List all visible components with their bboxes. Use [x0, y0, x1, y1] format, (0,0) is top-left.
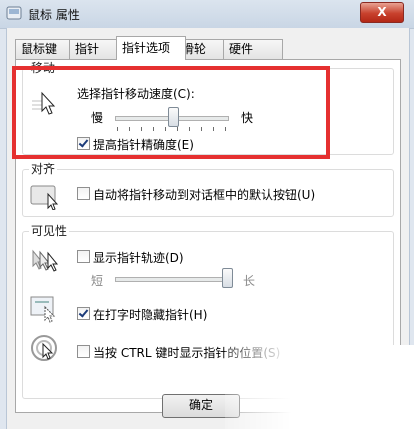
speed-tick: [165, 127, 166, 131]
motion-group-label: 移动: [29, 61, 58, 75]
trails-label[interactable]: 显示指针轨迹(D): [93, 249, 184, 266]
motion-group: 移动 选择指针移动速度(C): 慢 快 提高指针精确度(E): [22, 61, 394, 155]
window-title: 鼠标 属性: [28, 8, 80, 22]
speed-tick: [189, 127, 190, 131]
speed-slider-thumb[interactable]: [168, 107, 179, 127]
visibility-group-label: 可见性: [29, 224, 70, 238]
show-ctrl-checkbox[interactable]: [77, 345, 90, 358]
speed-tick: [117, 127, 118, 131]
close-button[interactable]: X: [360, 2, 404, 23]
dialog-window: 鼠标 属性 X 鼠标键 指针 指针选项 滑轮 硬件 移动 选择指针移动速度(C)…: [0, 0, 414, 429]
enhance-precision-checkbox[interactable]: [77, 137, 90, 150]
trails-slider-thumb[interactable]: [222, 268, 233, 288]
speed-tick: [153, 127, 154, 131]
speed-tick: [201, 127, 202, 131]
speed-tick: [141, 127, 142, 131]
pointer-trails-icon: [32, 249, 59, 272]
trails-slider-track[interactable]: [115, 277, 233, 282]
auto-snap-checkbox[interactable]: [77, 187, 90, 200]
title-bar[interactable]: 鼠标 属性 X: [0, 0, 414, 29]
tab-pointers[interactable]: 指针: [69, 39, 119, 59]
show-location-icon: [31, 335, 57, 361]
snap-to-icon: [30, 185, 59, 210]
fast-label: 快: [241, 111, 254, 125]
trails-checkbox[interactable]: [77, 250, 90, 263]
hide-typing-label[interactable]: 在打字时隐藏指针(H): [93, 306, 207, 323]
speed-tick: [129, 127, 130, 131]
speed-tick: [213, 127, 214, 131]
hide-typing-checkbox[interactable]: [77, 307, 90, 320]
speed-tick: [177, 127, 178, 131]
auto-snap-label[interactable]: 自动将指针移动到对话框中的默认按钮(U): [93, 186, 315, 203]
pointer-speed-icon: [32, 91, 56, 115]
tab-hardware[interactable]: 硬件: [223, 39, 283, 59]
trails-long-label: 长: [243, 274, 256, 288]
blurred-corner: [225, 345, 414, 429]
hide-pointer-icon: [30, 296, 56, 323]
trails-short-label: 短: [91, 274, 104, 288]
slow-label: 慢: [91, 111, 104, 125]
snap-to-group-label: 对齐: [29, 162, 58, 176]
speed-tick: [225, 127, 226, 131]
snap-to-group: 对齐 自动将指针移动到对话框中的默认按钮(U): [22, 162, 394, 217]
enhance-precision-label[interactable]: 提高指针精确度(E): [93, 136, 194, 153]
tab-pointer-options[interactable]: 指针选项: [116, 36, 186, 60]
speed-label: 选择指针移动速度(C):: [77, 87, 195, 101]
mouse-icon: [6, 6, 22, 20]
